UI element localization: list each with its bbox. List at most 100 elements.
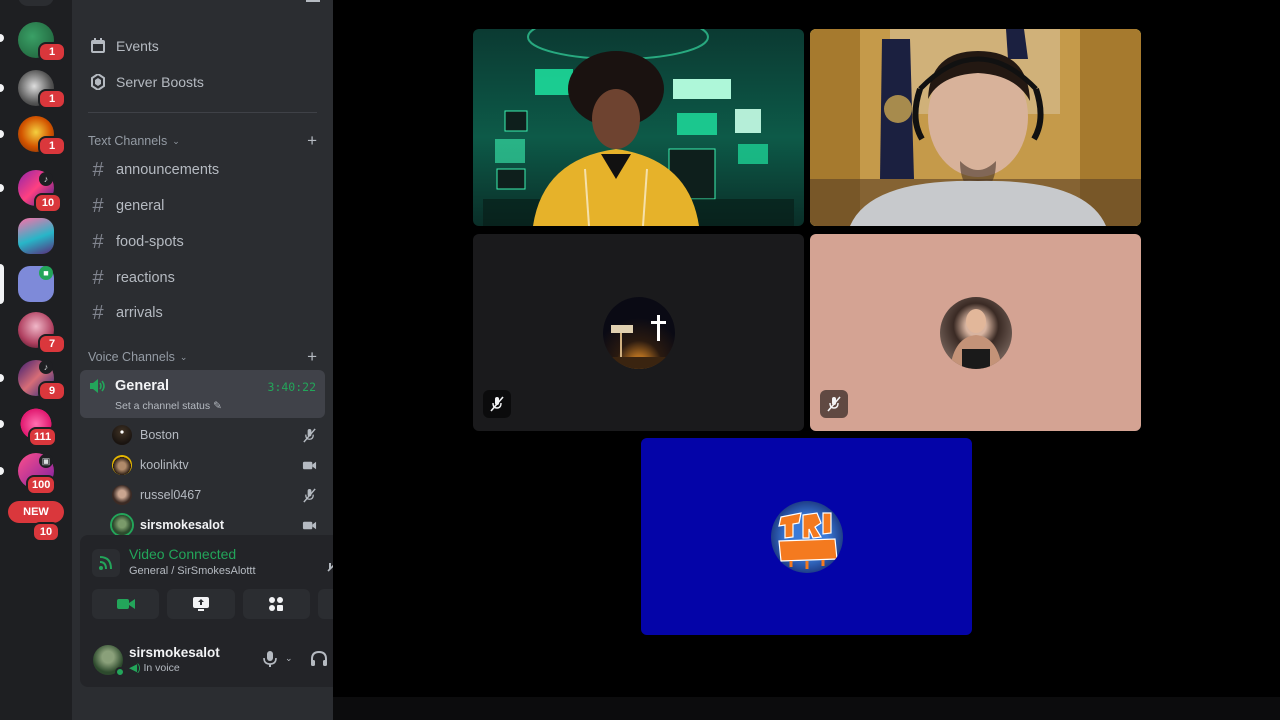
unread-pip: [0, 34, 4, 42]
channel-label: food-spots: [116, 234, 184, 250]
channel-arrivals[interactable]: # arrivals: [80, 297, 325, 329]
voice-member[interactable]: Boston: [112, 421, 325, 449]
invite-icon[interactable]: [306, 0, 320, 2]
mic-muted-icon: [303, 427, 316, 443]
channel-reactions[interactable]: # reactions: [80, 262, 325, 294]
hash-icon: #: [92, 158, 104, 181]
channel-general[interactable]: # general: [80, 190, 325, 222]
noise-suppression-icon[interactable]: [326, 553, 333, 573]
headphones-icon[interactable]: [309, 649, 329, 669]
speaker-icon: ◀): [129, 662, 141, 674]
channel-sidebar: Events Server Boosts Text Channels ⌄ + #…: [72, 0, 333, 720]
channel-label: general: [116, 198, 165, 214]
unread-pip: [0, 420, 4, 428]
avatar: [770, 500, 843, 573]
video-tile[interactable]: [473, 29, 804, 226]
video-stage: [333, 0, 1280, 697]
calendar-icon: [91, 38, 105, 53]
avatar: [112, 425, 132, 445]
avatar: [602, 296, 675, 369]
video-tile-speaking[interactable]: [810, 29, 1141, 226]
menu-label: Server Boosts: [116, 74, 204, 90]
user-panel: sirsmokesalot ◀) In voice ⌄ ⌄: [80, 635, 333, 687]
status-label: Set a channel status: [115, 400, 211, 412]
video-feed: [810, 29, 1141, 226]
menu-label: Events: [116, 38, 159, 54]
avatar: [939, 296, 1012, 369]
camera-icon: [302, 461, 317, 469]
unread-pip: [0, 184, 4, 192]
voice-channel-label: General: [115, 378, 169, 394]
signal-icon[interactable]: [92, 549, 120, 577]
member-name: koolinktv: [140, 458, 189, 472]
add-channel-icon[interactable]: +: [307, 347, 317, 367]
mention-badge: 111: [28, 427, 58, 447]
menu-server-boosts[interactable]: Server Boosts: [80, 66, 325, 98]
channel-label: reactions: [116, 270, 175, 286]
member-name: sirsmokesalot: [140, 518, 225, 532]
unread-pip: [0, 374, 4, 382]
voice-actions: [92, 589, 333, 619]
voice-status-subtitle[interactable]: General / SirSmokesAlottt: [129, 565, 256, 577]
add-channel-icon[interactable]: +: [307, 131, 317, 151]
avatar-image: [602, 314, 675, 369]
voice-member[interactable]: russel0467: [112, 481, 325, 509]
activities-icon: [269, 597, 284, 611]
bottom-bar: [333, 697, 1280, 720]
camera-button[interactable]: [92, 589, 160, 619]
home-button[interactable]: [18, 0, 54, 6]
hash-icon: #: [92, 230, 104, 253]
unread-pip: [0, 84, 4, 92]
voice-member[interactable]: koolinktv: [112, 451, 325, 479]
pencil-icon: ✎: [213, 400, 222, 412]
channel-label: arrivals: [116, 305, 163, 321]
member-name: russel0467: [140, 488, 202, 502]
speaker-icon: [90, 379, 105, 393]
mention-badge: 1: [38, 42, 66, 62]
server-rail: 1 1 1 ♪ 10 ■ 7 ♪ 9 111 ▣ 100 NEW 10: [0, 0, 72, 720]
camera-icon: [302, 521, 317, 529]
mention-badge: 9: [38, 381, 66, 401]
chevron-down-icon[interactable]: ⌄: [285, 653, 293, 664]
user-name[interactable]: sirsmokesalot: [129, 645, 220, 660]
boost-icon: [91, 74, 105, 90]
mention-badge: 100: [26, 475, 57, 495]
screen-share-icon: [192, 597, 209, 611]
user-status: ◀) In voice: [129, 662, 180, 674]
category-label: Text Channels: [88, 134, 168, 148]
avatar-image: [949, 308, 1002, 369]
microphone-icon[interactable]: [260, 649, 280, 669]
server-icon[interactable]: [18, 218, 54, 254]
channel-announcements[interactable]: # announcements: [80, 154, 325, 186]
online-status-dot: [115, 667, 125, 677]
speaker-icon: ♪: [39, 360, 53, 374]
avatar-logo: [777, 511, 838, 569]
chevron-down-icon: ⌄: [179, 351, 188, 362]
channel-food-spots[interactable]: # food-spots: [80, 226, 325, 258]
camera-icon: [116, 599, 135, 609]
voice-channel-general[interactable]: General 3:40:22 Set a channel status ✎: [80, 370, 325, 418]
mention-badge: 1: [38, 89, 66, 109]
user-tile[interactable]: [641, 438, 972, 635]
set-channel-status[interactable]: Set a channel status ✎: [115, 400, 222, 412]
screen-share-icon: ▣: [39, 454, 53, 468]
new-unreads-pill[interactable]: NEW: [8, 501, 64, 523]
hash-icon: #: [92, 266, 104, 289]
category-text-channels[interactable]: Text Channels ⌄ +: [88, 131, 317, 151]
mention-badge: 10: [32, 522, 60, 542]
divider: [88, 112, 317, 113]
user-tile[interactable]: [810, 234, 1141, 431]
soundboard-button[interactable]: [317, 589, 333, 619]
hash-icon: #: [92, 301, 104, 324]
menu-events[interactable]: Events: [80, 30, 325, 62]
muted-indicator: [820, 390, 848, 418]
voice-status-title: Video Connected: [129, 546, 237, 562]
user-status-label: In voice: [143, 662, 180, 674]
category-voice-channels[interactable]: Voice Channels ⌄ +: [88, 347, 317, 367]
user-tile[interactable]: [473, 234, 804, 431]
avatar: [112, 455, 132, 475]
member-name: Boston: [140, 428, 179, 442]
activities-button[interactable]: [242, 589, 310, 619]
mention-badge: 1: [38, 136, 66, 156]
screen-share-button[interactable]: [167, 589, 235, 619]
